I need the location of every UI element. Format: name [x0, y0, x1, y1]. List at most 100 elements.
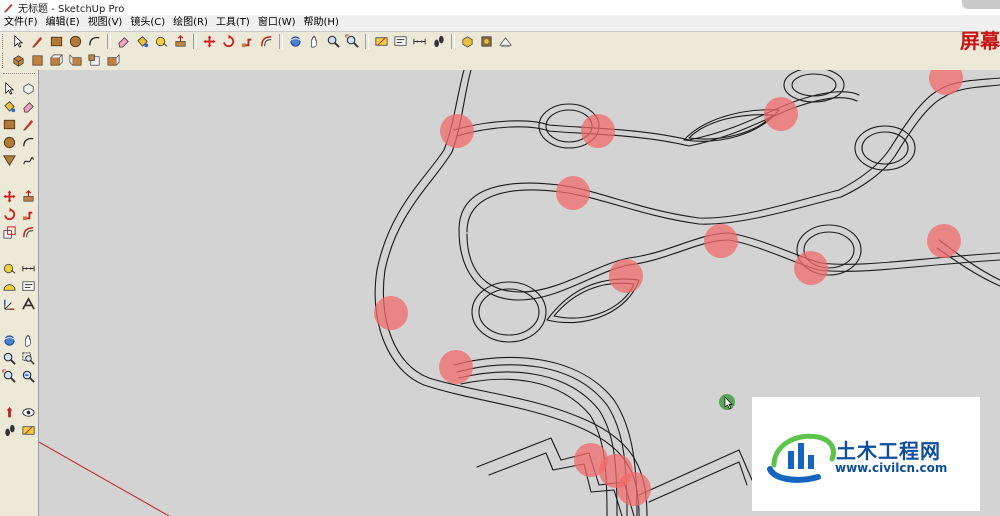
highlight-marker [374, 296, 408, 330]
orbit-tool-button[interactable] [0, 331, 18, 349]
walk-tool-button[interactable] [429, 33, 447, 50]
front-view-tool-button[interactable] [47, 52, 65, 69]
3d-text-tool-button[interactable] [19, 295, 37, 313]
look-around-tool-button[interactable] [19, 403, 37, 421]
rotate-tool-button[interactable] [219, 33, 237, 50]
arc-icon [88, 36, 99, 46]
menu-window[interactable]: 窗口(W) [254, 15, 300, 31]
zoom-icon [327, 35, 340, 48]
arc-icon [22, 137, 33, 146]
paint-bucket-tool-button[interactable] [133, 33, 151, 50]
move-tool-button[interactable] [0, 187, 18, 205]
window-title: 无标题 - SketchUp Pro [18, 4, 125, 15]
toolbar-grip[interactable] [2, 53, 6, 68]
highlight-marker [927, 224, 961, 258]
pan-tool-button[interactable] [19, 331, 37, 349]
zoom-tool-button[interactable] [0, 349, 18, 367]
arc-tool-button[interactable] [19, 133, 37, 151]
pan-tool-button[interactable] [305, 33, 323, 50]
zoom-extents-tool-button[interactable] [0, 367, 18, 385]
highlight-marker [794, 251, 828, 285]
toolbar-separator [193, 34, 197, 49]
push-pull-tool-button[interactable] [171, 33, 189, 50]
title-bar: 无标题 - SketchUp Pro [0, 0, 1000, 15]
toolbar-grip[interactable] [2, 34, 6, 49]
menu-file[interactable]: 文件(F) [0, 15, 42, 31]
eraser-tool-button[interactable] [19, 97, 37, 115]
line-tool-button[interactable] [19, 115, 37, 133]
offset-icon [260, 36, 271, 47]
back-view-tool-button[interactable] [85, 52, 103, 69]
zoom-window-icon [21, 351, 35, 365]
paint-bucket-tool-button[interactable] [0, 97, 18, 115]
component-tool-button[interactable] [458, 33, 476, 50]
building-outline [638, 449, 753, 496]
zoom-window-tool-button[interactable] [19, 349, 37, 367]
position-camera-tool-button[interactable] [0, 403, 18, 421]
dimension-tool-button[interactable] [19, 259, 37, 277]
orbit-tool-button[interactable] [286, 33, 304, 50]
zoom-extents-icon [1, 368, 16, 383]
top-view-tool-button[interactable] [28, 52, 46, 69]
offset-tool-button[interactable] [19, 223, 37, 241]
scale-tool-button[interactable] [0, 223, 18, 241]
rotate-tool-button[interactable] [0, 205, 18, 223]
pencil-tool-button[interactable] [28, 33, 46, 50]
leaf-shape [688, 114, 774, 140]
follow-me-tool-button[interactable] [19, 205, 37, 223]
section-plane-tool-button[interactable] [19, 421, 37, 439]
menu-tools[interactable]: 工具(T) [212, 15, 254, 31]
mouse-cursor [719, 394, 735, 410]
toolbar-grip[interactable] [3, 73, 35, 77]
menu-camera[interactable]: 镜头(C) [126, 15, 169, 31]
text-tool-button[interactable] [19, 277, 37, 295]
move-tool-button[interactable] [200, 33, 218, 50]
push-pull-tool-button[interactable] [19, 187, 37, 205]
menu-view[interactable]: 视图(V) [84, 15, 127, 31]
polygon-tool-button[interactable] [0, 151, 18, 169]
rectangle-tool-button[interactable] [47, 33, 65, 50]
offset-tool-button[interactable] [257, 33, 275, 50]
follow-me-tool-button[interactable] [238, 33, 256, 50]
arc-tool-button[interactable] [85, 33, 103, 50]
tape-measure-tool-button[interactable] [152, 33, 170, 50]
axes-tool-button[interactable] [0, 295, 18, 313]
zoom-extents-tool-button[interactable] [343, 33, 361, 50]
select-tool-button[interactable] [9, 33, 27, 50]
material-tool-button[interactable] [477, 33, 495, 50]
follow-me-icon [241, 38, 251, 48]
text-tool-button[interactable] [391, 33, 409, 50]
highlight-marker [581, 114, 615, 148]
section-tool-button[interactable] [372, 33, 390, 50]
select-tool-button[interactable] [0, 79, 18, 97]
shadow-tool-button[interactable] [496, 33, 514, 50]
make-component-tool-button[interactable] [19, 79, 37, 97]
circle-tool-button[interactable] [66, 33, 84, 50]
scale-icon [3, 225, 16, 238]
iso-view-tool-button[interactable] [9, 52, 27, 69]
zoom-tool-button[interactable] [324, 33, 342, 50]
menu-edit[interactable]: 编辑(E) [42, 15, 84, 31]
section-icon [375, 37, 387, 46]
previous-view-tool-button[interactable] [19, 367, 37, 385]
zoom-icon [3, 352, 16, 365]
protractor-tool-button[interactable] [0, 277, 18, 295]
toolbar-separator [279, 34, 283, 49]
right-view-tool-button[interactable] [66, 52, 84, 69]
3d-text-icon [21, 296, 35, 310]
left-view-tool-button[interactable] [104, 52, 122, 69]
menu-draw[interactable]: 绘图(R) [169, 15, 212, 31]
tape-measure-icon [3, 263, 15, 274]
back-view-icon [88, 54, 100, 66]
dimension-tool-button[interactable] [410, 33, 428, 50]
eraser-tool-button[interactable] [114, 33, 132, 50]
rectangle-tool-button[interactable] [0, 115, 18, 133]
freehand-tool-button[interactable] [19, 151, 37, 169]
tape-measure-tool-button[interactable] [0, 259, 18, 277]
menu-help[interactable]: 帮助(H) [300, 15, 343, 31]
walk-tool-button[interactable] [0, 421, 18, 439]
window-controls[interactable] [962, 0, 1000, 9]
large-tool-set [0, 70, 39, 516]
circle-tool-button[interactable] [0, 133, 18, 151]
path-edge [466, 84, 1000, 233]
